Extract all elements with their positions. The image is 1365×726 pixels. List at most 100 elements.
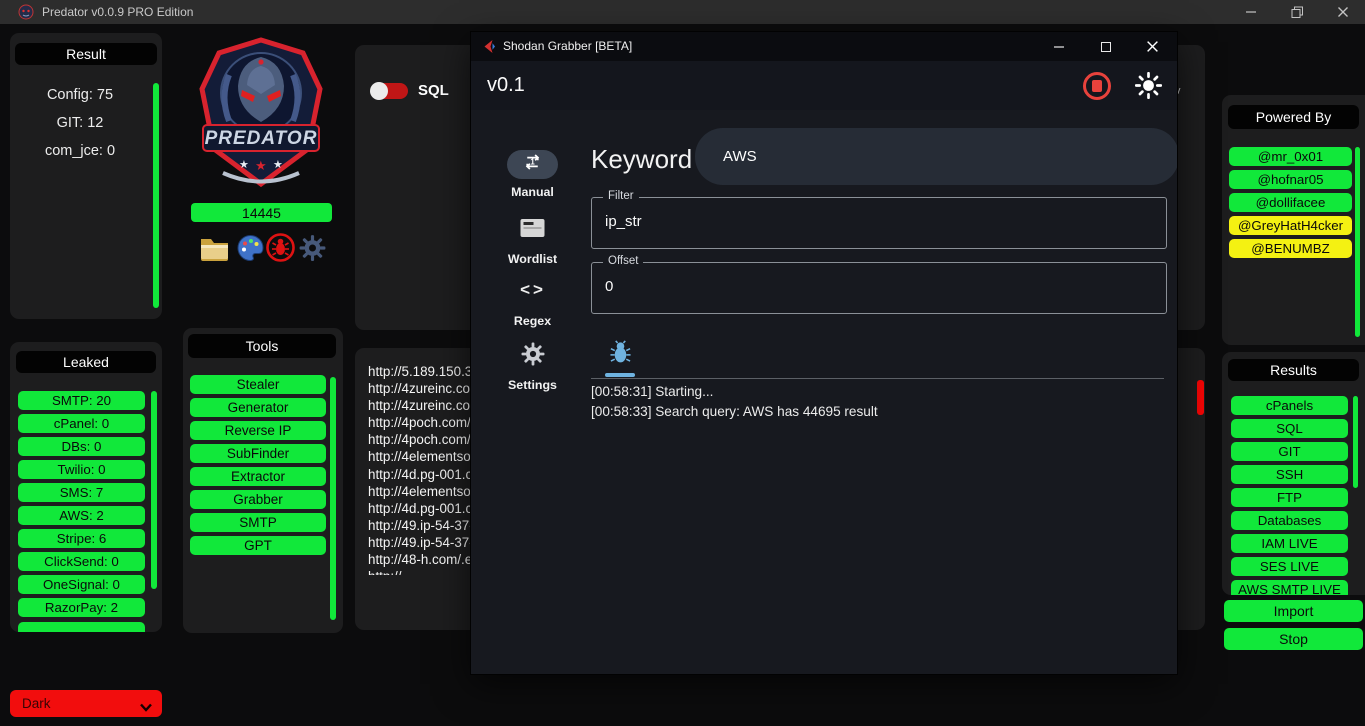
close-icon[interactable] [1328, 0, 1358, 24]
leaked-item[interactable]: AWS: 2 [18, 506, 145, 525]
leaked-item[interactable]: SMS: 7 [18, 483, 145, 502]
url-row: http://49.ip-54-37- [368, 517, 472, 534]
sql-toggle[interactable] [370, 81, 410, 101]
leaked-item[interactable]: Stripe: 6 [18, 529, 145, 548]
result-panel-title: Result [15, 43, 157, 65]
nav-manual[interactable]: 1 [507, 150, 558, 179]
credit-item[interactable]: @BENUMBZ [1229, 239, 1352, 258]
nav-regex-label[interactable]: Regex [495, 314, 570, 328]
restore-icon[interactable] [1282, 0, 1312, 24]
results-item-cpanels[interactable]: cPanels [1231, 396, 1348, 415]
leaked-item-clipped[interactable] [18, 622, 145, 632]
tools-panel-title: Tools [188, 334, 336, 358]
results-item-git[interactable]: GIT [1231, 442, 1348, 461]
results-item-databases[interactable]: Databases [1231, 511, 1348, 530]
regex-brackets-icon[interactable]: <> [511, 280, 555, 300]
wordlist-card-icon[interactable] [519, 218, 546, 243]
url-row: http://4zureinc.co [368, 397, 472, 414]
folder-icon[interactable] [199, 235, 230, 267]
gear-icon[interactable] [299, 234, 326, 267]
tool-button-stealer[interactable]: Stealer [190, 375, 326, 394]
url-row: http://4d.pg-001.c [368, 500, 472, 517]
modal-maximize-icon[interactable] [1091, 32, 1121, 61]
log-output: [00:58:31] Starting... [00:58:33] Search… [591, 382, 1164, 422]
stop-record-icon[interactable] [1083, 72, 1111, 100]
leaked-item[interactable]: RazorPay: 2 [18, 598, 145, 617]
tools-scrollbar[interactable] [330, 377, 336, 620]
url-row: http://48-h.com/.e [368, 551, 472, 568]
svg-text:★: ★ [239, 159, 249, 171]
tool-button-grabber[interactable]: Grabber [190, 490, 326, 509]
url-row-clipped: http:// [368, 568, 472, 575]
powered-by-scrollbar[interactable] [1355, 147, 1360, 337]
credit-item[interactable]: @dollifacee [1229, 193, 1352, 212]
repeat-once-icon: 1 [522, 152, 543, 177]
keyword-input-value: AWS [723, 128, 757, 185]
results-item-aws-smtp-live[interactable]: AWS SMTP LIVE [1231, 580, 1348, 595]
log-line: [00:58:33] Search query: AWS has 44695 r… [591, 402, 1164, 422]
theme-select-value: Dark [22, 690, 51, 717]
nav-settings-label[interactable]: Settings [495, 378, 570, 392]
url-row: http://49.ip-54-37- [368, 534, 472, 551]
results-item-ftp[interactable]: FTP [1231, 488, 1348, 507]
leaked-item[interactable]: DBs: 0 [18, 437, 145, 456]
bug-badge-icon[interactable] [266, 233, 295, 267]
palette-icon[interactable] [237, 234, 264, 267]
toggle-knob [370, 82, 388, 100]
results-scrollbar[interactable] [1353, 396, 1358, 488]
results-item-ses-live[interactable]: SES LIVE [1231, 557, 1348, 576]
leaked-item[interactable]: SMTP: 20 [18, 391, 145, 410]
leaked-item[interactable]: Twilio: 0 [18, 460, 145, 479]
leaked-scrollbar[interactable] [151, 391, 157, 589]
minimize-icon[interactable] [1236, 0, 1266, 24]
log-line: [00:58:31] Starting... [591, 382, 1164, 402]
keyword-input[interactable]: AWS [695, 128, 1177, 185]
credit-item[interactable]: @hofnar05 [1229, 170, 1352, 189]
credit-item[interactable]: @mr_0x01 [1229, 147, 1352, 166]
tool-button-extractor[interactable]: Extractor [190, 467, 326, 486]
results-item-iam-live[interactable]: IAM LIVE [1231, 534, 1348, 553]
modal-close-icon[interactable] [1137, 32, 1167, 61]
credit-item[interactable]: @GreyHatH4cker [1229, 216, 1352, 235]
port-button[interactable]: 14445 [191, 203, 332, 222]
modal-titlebar: Shodan Grabber [BETA] [471, 32, 1177, 61]
results-item-ssh[interactable]: SSH [1231, 465, 1348, 484]
tool-button-gpt[interactable]: GPT [190, 536, 326, 555]
stop-button[interactable]: Stop [1224, 628, 1363, 650]
debug-log-tab[interactable] [609, 340, 632, 369]
tool-button-reverse-ip[interactable]: Reverse IP [190, 421, 326, 440]
nav-manual-label[interactable]: Manual [495, 185, 570, 199]
url-row: http://4poch.com/ [368, 414, 472, 431]
offset-input[interactable]: Offset 0 [591, 262, 1167, 314]
results-item-sql[interactable]: SQL [1231, 419, 1348, 438]
filter-input-value: ip_str [605, 213, 642, 230]
url-row: http://4elementso [368, 448, 472, 465]
tool-button-subfinder[interactable]: SubFinder [190, 444, 326, 463]
sun-icon[interactable] [1135, 72, 1162, 104]
leaked-item[interactable]: cPanel: 0 [18, 414, 145, 433]
nav-wordlist-label[interactable]: Wordlist [495, 252, 570, 266]
result-panel: Result Config: 75 GIT: 12 com_jce: 0 [10, 33, 162, 319]
import-button[interactable]: Import [1224, 600, 1363, 622]
modal-minimize-icon[interactable] [1044, 32, 1074, 61]
result-scrollbar[interactable] [153, 83, 159, 308]
modal-title: Shodan Grabber [BETA] [503, 32, 632, 61]
filter-input[interactable]: Filter ip_str [591, 197, 1167, 249]
offset-input-value: 0 [605, 278, 613, 295]
tab-separator [591, 378, 1164, 379]
theme-select[interactable]: Dark [10, 690, 162, 717]
tool-button-generator[interactable]: Generator [190, 398, 326, 417]
powered-by-title: Powered By [1228, 105, 1359, 129]
bug-icon [609, 351, 632, 368]
leaked-item[interactable]: OneSignal: 0 [18, 575, 145, 594]
results-panel-title: Results [1228, 359, 1359, 381]
leaked-item[interactable]: ClickSend: 0 [18, 552, 145, 571]
settings-gear-icon[interactable] [521, 342, 545, 371]
url-row: http://4d.pg-001.c [368, 466, 472, 483]
version-label: v0.1 [487, 61, 525, 110]
stat-com-jce: com_jce: 0 [10, 137, 150, 165]
tool-button-smtp[interactable]: SMTP [190, 513, 326, 532]
logo-banner-text: PREDATOR [205, 128, 318, 149]
url-list[interactable]: http://5.189.150.3 http://4zureinc.co ht… [368, 363, 472, 575]
url-scrollbar-red[interactable] [1197, 380, 1204, 415]
